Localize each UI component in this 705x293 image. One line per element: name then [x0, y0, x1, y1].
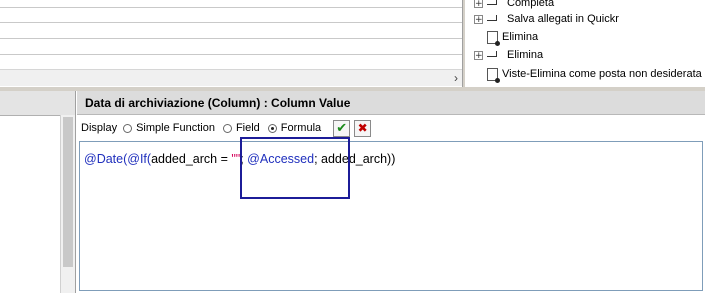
radio-label: Field [235, 122, 260, 134]
scrollbar-thumb[interactable] [63, 117, 73, 267]
list-row-divider [0, 7, 462, 8]
radio-label: Simple Function [136, 122, 215, 134]
expand-icon[interactable]: + [474, 0, 483, 8]
formula-function: @Date(@If( [84, 152, 152, 166]
tree-item[interactable]: + Salva allegati in Quickr [466, 10, 619, 28]
formula-plain: added_arch = [151, 152, 232, 166]
cancel-button[interactable]: ✖ [354, 119, 372, 137]
expand-icon[interactable]: + [474, 50, 483, 60]
objects-pane-header [0, 91, 75, 116]
list-row-divider [0, 38, 462, 39]
radio-icon[interactable] [222, 123, 232, 133]
accept-button[interactable]: ✔ [333, 119, 351, 137]
highlight-annotation [240, 137, 350, 199]
view-dot-icon [495, 40, 500, 46]
display-label: Display [81, 122, 118, 134]
tree-item-label: Completa [507, 0, 555, 9]
vertical-scrollbar[interactable] [60, 115, 75, 293]
formula-editor[interactable]: @Date(@If(added_arch = ""; @Accessed; ad… [79, 141, 703, 291]
list-row-divider [0, 54, 462, 55]
view-dot-icon [495, 77, 500, 83]
tree-item-label: Salva allegati in Quickr [507, 13, 619, 25]
editor-title: Data di archiviazione (Column) : Column … [77, 91, 705, 115]
programmer-pane: Data di archiviazione (Column) : Column … [77, 91, 705, 293]
view-list-area: › [0, 0, 462, 87]
radio-field[interactable]: Field [222, 122, 260, 134]
cross-icon: ✖ [357, 121, 368, 135]
folder-icon [487, 50, 503, 60]
tree-item[interactable]: + Elimina [466, 46, 543, 64]
checkmark-icon: ✔ [336, 120, 348, 136]
radio-selected-icon[interactable] [267, 123, 277, 133]
pane-splitter[interactable] [462, 0, 465, 87]
formula-string: "" [231, 152, 241, 166]
view-icon [487, 30, 500, 46]
horizontal-scrollbar[interactable]: › [0, 69, 462, 86]
tree-item-label: Viste-Elimina come posta non desiderata [502, 68, 702, 80]
radio-simple-function[interactable]: Simple Function [123, 122, 215, 134]
scroll-right-icon[interactable]: › [454, 71, 458, 85]
folder-icon [487, 0, 503, 8]
radio-icon[interactable] [123, 123, 133, 133]
expand-icon[interactable]: + [474, 14, 483, 24]
list-row-divider [0, 22, 462, 23]
display-options: Display Simple Function Field Formula ✔ … [77, 116, 705, 140]
view-icon [487, 67, 500, 83]
tree-item[interactable]: Elimina [466, 28, 538, 46]
tree-item-label: Elimina [502, 31, 539, 43]
tree-item-label: Elimina [507, 49, 544, 61]
radio-label: Formula [280, 122, 322, 134]
objects-pane [0, 91, 76, 293]
design-tree: + Completa + Salva allegati in Quickr El… [466, 0, 705, 87]
tree-item[interactable]: Viste-Elimina come posta non desiderata [466, 65, 702, 83]
radio-formula[interactable]: Formula [267, 122, 322, 134]
folder-icon [487, 14, 503, 24]
